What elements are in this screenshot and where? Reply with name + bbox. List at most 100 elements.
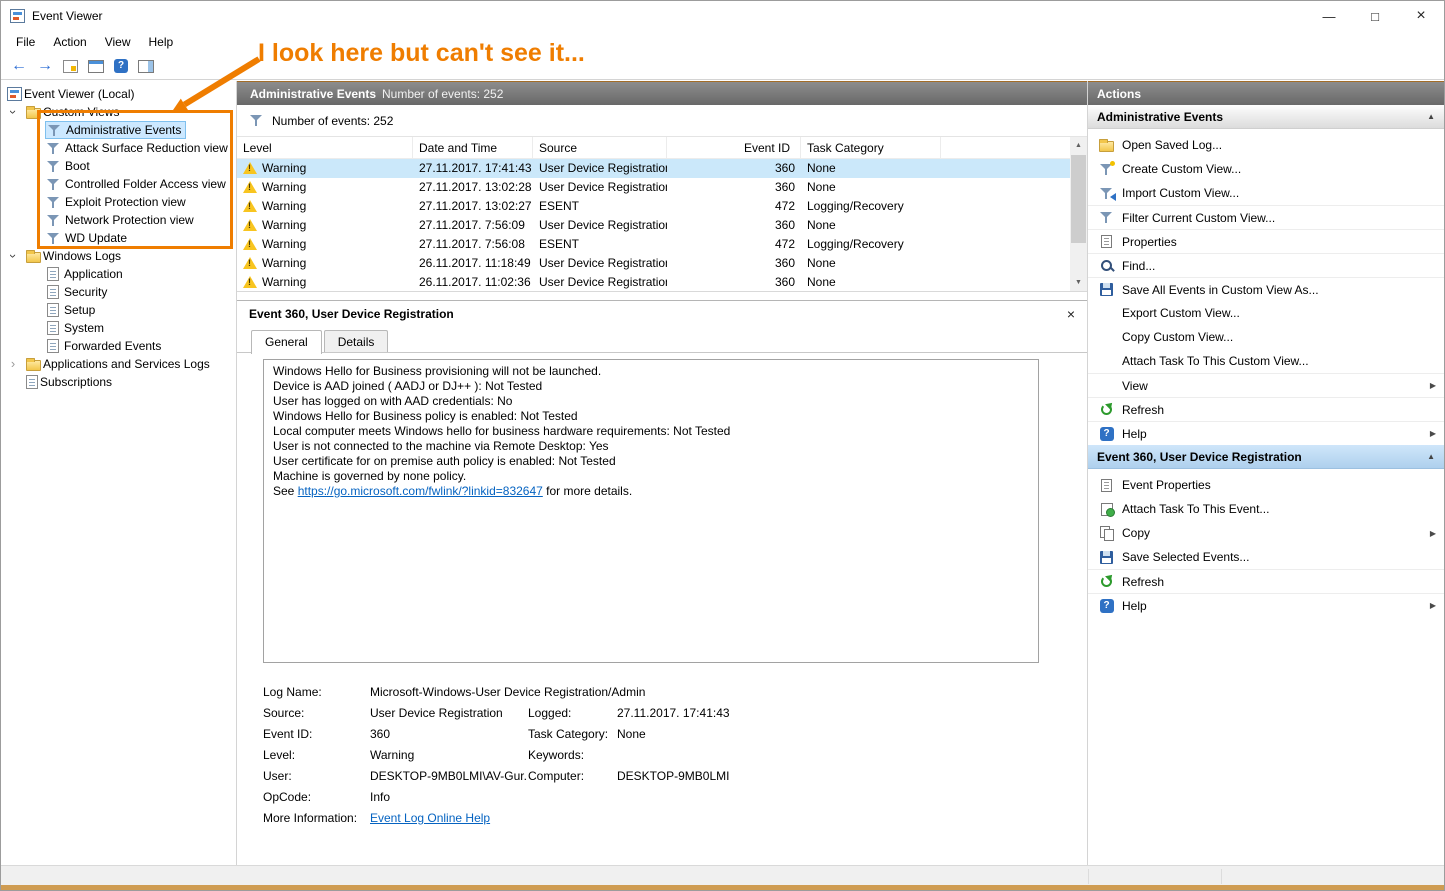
action-export-custom-view[interactable]: Export Custom View... [1088,301,1444,325]
description-line: See https://go.microsoft.com/fwlink/?lin… [273,484,1029,499]
collapse-up-icon[interactable]: ▲ [1427,452,1435,461]
event-id-label: Event ID: [263,727,370,741]
column-task-category[interactable]: Task Category [801,137,941,158]
actions-section-administrative-events[interactable]: Administrative Events ▲ [1088,105,1444,129]
action-refresh[interactable]: Refresh [1088,397,1444,421]
menu-help[interactable]: Help [140,32,183,52]
tree-exploit-protection-view[interactable]: Exploit Protection view [1,193,236,211]
event-row[interactable]: Warning 26.11.2017. 11:18:49 User Device… [237,253,1070,272]
forward-arrow-icon[interactable]: → [37,58,53,74]
tree-forwarded-events[interactable]: Forwarded Events [1,337,236,355]
log-icon [47,339,59,353]
description-line: Windows Hello for Business provisioning … [273,364,1029,379]
menu-action[interactable]: Action [44,32,95,52]
help-icon[interactable]: ? [114,59,128,73]
menu-file[interactable]: File [7,32,44,52]
submenu-arrow-icon: ▶ [1430,601,1436,610]
actions-section-event-360[interactable]: Event 360, User Device Registration ▲ [1088,445,1444,469]
event-row[interactable]: Warning 27.11.2017. 7:56:09 User Device … [237,216,1070,235]
scrollbar-thumb[interactable] [1071,155,1086,243]
event-properties-icon [1101,479,1112,492]
minimize-button[interactable]: — [1306,1,1352,31]
action-create-custom-view[interactable]: Create Custom View... [1088,157,1444,181]
action-refresh-event[interactable]: Refresh [1088,569,1444,593]
log-name-label: Log Name: [263,685,370,699]
detail-close-icon[interactable]: × [1067,306,1075,322]
open-folder-icon [1099,141,1114,152]
chevron-expanded-icon[interactable]: › [6,250,20,262]
task-category-value: None [617,727,1087,741]
keywords-label: Keywords: [528,748,617,762]
collapse-up-icon[interactable]: ▲ [1427,112,1435,121]
action-save-all-events[interactable]: Save All Events in Custom View As... [1088,277,1444,301]
tree-custom-views[interactable]: › Custom Views [1,103,236,121]
scroll-up-icon[interactable]: ▲ [1070,137,1087,154]
tree-network-protection-view[interactable]: Network Protection view [1,211,236,229]
back-arrow-icon[interactable]: ← [11,58,27,74]
export-list-icon[interactable] [63,60,78,73]
tree-application[interactable]: Application [1,265,236,283]
tree-security[interactable]: Security [1,283,236,301]
event-row[interactable]: Warning 27.11.2017. 17:41:43 User Device… [237,159,1070,178]
computer-label: Computer: [528,769,617,783]
scroll-down-icon[interactable]: ▼ [1070,274,1087,291]
action-help[interactable]: ? Help ▶ [1088,421,1444,445]
tree-applications-and-services-logs[interactable]: › Applications and Services Logs [1,355,236,373]
action-import-custom-view[interactable]: Import Custom View... [1088,181,1444,205]
action-copy-custom-view[interactable]: Copy Custom View... [1088,325,1444,349]
tree-wd-update[interactable]: WD Update [1,229,236,247]
column-source[interactable]: Source [533,137,667,158]
tree-boot[interactable]: Boot [1,157,236,175]
chevron-collapsed-icon[interactable]: › [7,357,19,371]
tree-controlled-folder-access-view[interactable]: Controlled Folder Access view [1,175,236,193]
results-title: Administrative Events [237,87,376,101]
tab-general[interactable]: General [251,330,322,354]
action-properties[interactable]: Properties [1088,229,1444,253]
description-line: Machine is governed by none policy. [273,469,1029,484]
warning-icon [243,162,257,174]
tree-windows-logs[interactable]: › Windows Logs [1,247,236,265]
fwlink[interactable]: https://go.microsoft.com/fwlink/?linkid=… [298,484,543,498]
tree-root[interactable]: Event Viewer (Local) [1,85,236,103]
event-row[interactable]: Warning 27.11.2017. 13:02:28 User Device… [237,178,1070,197]
action-filter-current-custom-view[interactable]: Filter Current Custom View... [1088,205,1444,229]
warning-icon [243,181,257,193]
column-date-and-time[interactable]: Date and Time [413,137,533,158]
description-line: Device is AAD joined ( AADJ or DJ++ ): N… [273,379,1029,394]
tab-details[interactable]: Details [324,330,389,353]
action-attach-task-to-custom-view[interactable]: Attach Task To This Custom View... [1088,349,1444,373]
window-bottom-edge [1,885,1444,890]
column-level[interactable]: Level [237,137,413,158]
event-log-online-help-link[interactable]: Event Log Online Help [370,811,490,825]
column-event-id[interactable]: Event ID [667,137,801,158]
detail-tabs: General Details [237,326,1087,353]
action-attach-task-to-event[interactable]: Attach Task To This Event... [1088,497,1444,521]
action-save-selected-events[interactable]: Save Selected Events... [1088,545,1444,569]
annotation-text: I look here but can't see it... [258,39,585,68]
tree-setup[interactable]: Setup [1,301,236,319]
find-icon [1100,259,1114,273]
console-tree-icon[interactable] [88,60,104,73]
event-row[interactable]: Warning 26.11.2017. 11:02:36 User Device… [237,272,1070,291]
event-row[interactable]: Warning 27.11.2017. 13:02:27 ESENT 472 L… [237,197,1070,216]
tree-attack-surface-reduction-view[interactable]: Attack Surface Reduction view [1,139,236,157]
event-table: Level Date and Time Source Event ID Task… [237,137,1087,292]
event-list-scrollbar[interactable]: ▲ ▼ [1070,137,1087,291]
maximize-button[interactable]: □ [1352,1,1398,31]
log-icon [47,267,59,281]
tree-subscriptions[interactable]: Subscriptions [1,373,236,391]
menu-view[interactable]: View [96,32,140,52]
action-event-properties[interactable]: Event Properties [1088,473,1444,497]
action-copy[interactable]: Copy ▶ [1088,521,1444,545]
chevron-expanded-icon[interactable]: › [6,106,20,118]
event-row[interactable]: Warning 27.11.2017. 7:56:08 ESENT 472 Lo… [237,234,1070,253]
actions-list-2: Event Properties Attach Task To This Eve… [1088,469,1444,617]
tree-administrative-events[interactable]: Administrative Events [1,121,236,139]
action-pane-icon[interactable] [138,60,154,73]
tree-system[interactable]: System [1,319,236,337]
close-button[interactable]: × [1398,1,1444,31]
action-open-saved-log[interactable]: Open Saved Log... [1088,133,1444,157]
action-find[interactable]: Find... [1088,253,1444,277]
action-view[interactable]: View ▶ [1088,373,1444,397]
action-help-event[interactable]: ? Help ▶ [1088,593,1444,617]
